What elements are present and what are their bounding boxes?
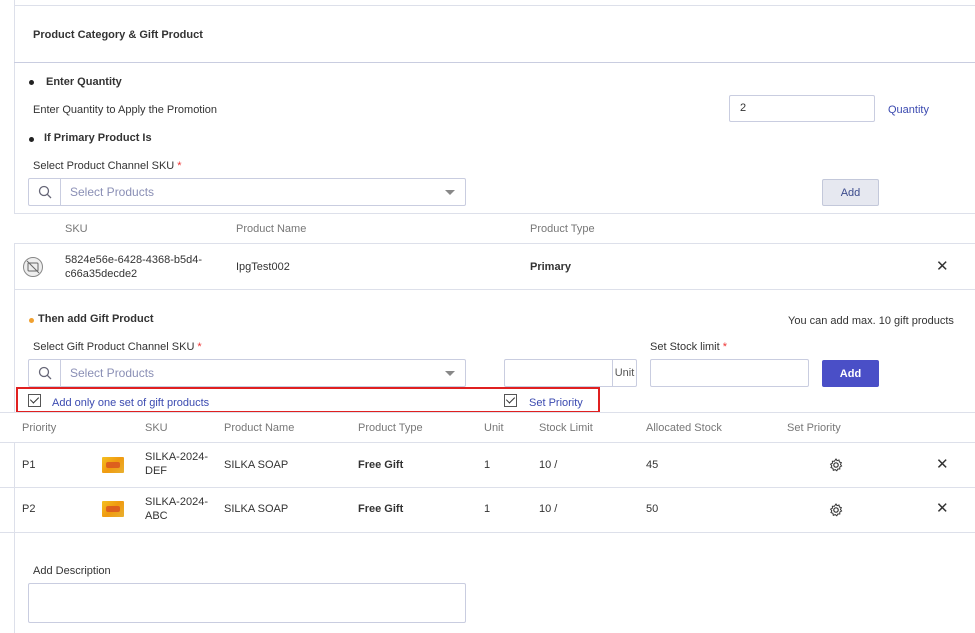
product-thumbnail [102, 501, 124, 517]
table-row: P1 SILKA-2024- DEF SILKA SOAP Free Gift … [0, 443, 975, 488]
product-thumbnail [102, 457, 124, 473]
primary-add-button[interactable]: Add [822, 179, 879, 206]
unit-suffix: Unit [612, 360, 636, 386]
close-icon[interactable]: ✕ [936, 499, 949, 517]
product-type-cell: Free Gift [358, 459, 404, 471]
product-type-cell: Free Gift [358, 503, 404, 515]
gear-icon[interactable] [829, 458, 843, 475]
description-textarea[interactable] [28, 583, 466, 623]
primary-product-select[interactable]: Select Products [28, 178, 466, 206]
column-header: Stock Limit [539, 422, 593, 434]
primary-table-header: SKU Product Name Product Type [14, 213, 975, 244]
search-icon [29, 360, 61, 386]
column-header: Product Name [236, 223, 307, 235]
priority-cell: P1 [22, 459, 36, 471]
gift-product-select[interactable]: Select Products [28, 359, 466, 387]
description-label: Add Description [33, 565, 111, 577]
set-priority-checkbox[interactable] [504, 394, 517, 407]
product-image-placeholder-icon [23, 257, 43, 277]
stock-limit-cell: 10 / [539, 503, 558, 515]
column-header: Product Type [530, 223, 595, 235]
quantity-label: Enter Quantity to Apply the Promotion [33, 104, 218, 116]
sku-cell: SILKA-2024- DEF [145, 451, 208, 477]
product-name-cell: SILKA SOAP [224, 503, 289, 515]
gift-max-note: You can add max. 10 gift products [788, 315, 954, 327]
column-header: SKU [145, 422, 168, 434]
quantity-heading: Enter Quantity [46, 76, 122, 88]
product-name-cell: SILKA SOAP [224, 459, 289, 471]
primary-select-label: Select Product Channel SKU * [33, 160, 182, 172]
table-row: P2 SILKA-2024- ABC SILKA SOAP Free Gift … [0, 488, 975, 533]
quantity-unit-link[interactable]: Quantity [888, 104, 929, 116]
search-icon [29, 179, 61, 205]
sku-cell: SILKA-2024- ABC [145, 496, 208, 522]
bullet-icon [29, 80, 34, 85]
column-header: Priority [22, 422, 57, 434]
product-name-cell: IpgTest002 [236, 261, 290, 273]
top-divider [14, 5, 975, 6]
column-header: Allocated Stock [646, 422, 722, 434]
column-header: Product Name [224, 422, 295, 434]
stock-limit-label: Set Stock limit * [650, 341, 727, 353]
set-priority-label[interactable]: Set Priority [529, 397, 583, 409]
chevron-down-icon [445, 370, 455, 376]
column-header: Set Priority [787, 422, 841, 434]
close-icon[interactable]: ✕ [936, 257, 949, 275]
column-header: Unit [484, 422, 504, 434]
primary-heading: If Primary Product Is [44, 132, 152, 144]
sku-cell: 5824e56e-6428-4368-b5d4- c66a35decde2 [65, 254, 203, 280]
unit-cell: 1 [484, 503, 491, 515]
priority-cell: P2 [22, 503, 36, 515]
bullet-icon [29, 137, 34, 142]
table-row: 5824e56e-6428-4368-b5d4- c66a35decde2 Ip… [14, 245, 975, 290]
header-divider [14, 62, 975, 63]
gift-select-label: Select Gift Product Channel SKU * [33, 341, 202, 353]
column-header: Product Type [358, 422, 423, 434]
stock-limit-cell: 10 / [539, 459, 558, 471]
bullet-icon [29, 318, 34, 323]
unit-input[interactable]: Unit [504, 359, 637, 387]
close-icon[interactable]: ✕ [936, 455, 949, 473]
only-one-set-label[interactable]: Add only one set of gift products [52, 397, 209, 409]
primary-select-placeholder: Select Products [70, 185, 155, 199]
stock-limit-input[interactable] [650, 359, 809, 387]
gift-heading: Then add Gift Product [38, 313, 154, 325]
gift-select-placeholder: Select Products [70, 366, 155, 380]
section-title: Product Category & Gift Product [33, 29, 203, 41]
quantity-input[interactable]: 2 [729, 95, 875, 122]
chevron-down-icon [445, 189, 455, 195]
product-type-cell: Primary [530, 261, 571, 273]
allocated-stock-cell: 50 [646, 503, 659, 515]
only-one-set-checkbox[interactable] [28, 394, 41, 407]
allocated-stock-cell: 45 [646, 459, 659, 471]
quantity-value: 2 [740, 102, 747, 114]
column-header: SKU [65, 223, 88, 235]
gift-table-header: Priority SKU Product Name Product Type U… [0, 412, 975, 443]
gift-add-button[interactable]: Add [822, 360, 879, 387]
unit-cell: 1 [484, 459, 491, 471]
gear-icon[interactable] [829, 503, 843, 520]
